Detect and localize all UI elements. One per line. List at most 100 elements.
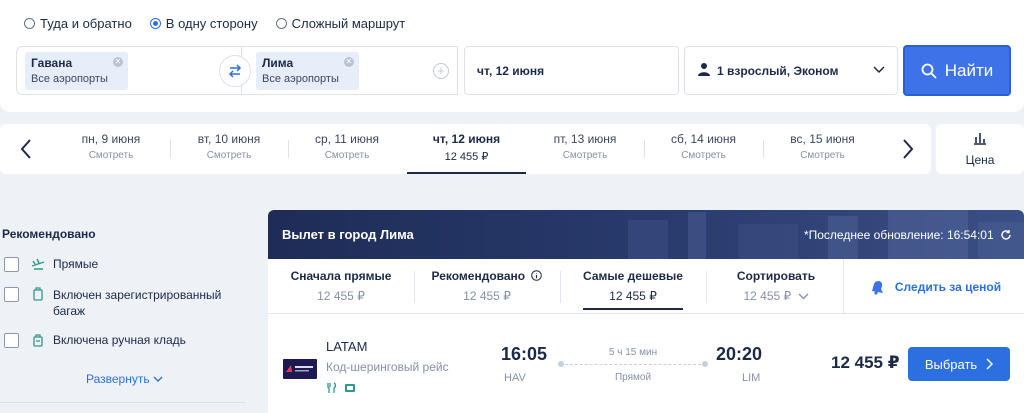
search-button[interactable]: Найти	[903, 45, 1011, 96]
plane-icon	[31, 258, 45, 270]
divider	[0, 402, 245, 403]
checkbox-checked-baggage[interactable]	[4, 287, 19, 302]
swap-icon	[228, 64, 242, 78]
destination-chip: Лима Все аэропорты ✕	[256, 52, 359, 90]
chevron-right-icon	[986, 358, 994, 370]
info-icon[interactable]	[531, 270, 543, 281]
trip-type-round-trip[interactable]: Туда и обратно	[24, 16, 132, 31]
entertainment-icon	[345, 384, 355, 392]
price-chart-button[interactable]: Цена	[936, 124, 1024, 174]
date-option[interactable]: пт, 13 июня Смотреть	[526, 124, 644, 174]
filter-checked-baggage[interactable]: Включен зарегистрированный багаж	[4, 287, 244, 319]
sort-direct-first[interactable]: Сначала прямые 12 455 ₽	[271, 259, 411, 314]
checkbox-carry-on[interactable]	[4, 333, 19, 348]
date-option-label: чт, 12 июня	[432, 132, 501, 146]
passengers-value: 1 взрослый, Эконом	[717, 64, 839, 78]
refresh-icon[interactable]	[1000, 229, 1012, 241]
select-flight-button[interactable]: Выбрать	[908, 347, 1010, 381]
date-option[interactable]: ср, 11 июня Смотреть	[288, 124, 406, 174]
date-option-label: вт, 10 июня	[197, 132, 261, 146]
filter-label: Включен зарегистрированный багаж	[53, 288, 222, 318]
trip-type-label: Туда и обратно	[40, 16, 132, 31]
track-price-label: Следить за ценой	[894, 279, 1002, 294]
person-icon	[698, 63, 710, 76]
date-option-sub: Смотреть	[681, 150, 726, 161]
filters-panel: Рекомендовано Прямые Включен зарегистрир…	[0, 221, 250, 403]
sort-tabs: Сначала прямые 12 455 ₽ Рекомендовано 12…	[268, 259, 1024, 314]
departure-airport: HAV	[504, 372, 526, 384]
route-dot	[558, 361, 564, 367]
trip-type-multi-city[interactable]: Сложный маршрут	[275, 16, 406, 31]
divider	[414, 271, 415, 303]
destination-banner: Вылет в город Лима *Последнее обновление…	[268, 210, 1024, 259]
divider	[560, 271, 561, 303]
chevron-down-icon	[873, 66, 885, 74]
add-destination-icon[interactable]: +	[433, 63, 449, 79]
track-price-button[interactable]: Следить за ценой	[843, 259, 1024, 314]
origin-field[interactable]: Гавана Все аэропорты ✕	[16, 46, 242, 95]
date-option-selected[interactable]: чт, 12 июня 12 455 ₽	[407, 124, 526, 174]
flight-price: 12 455 ₽	[831, 353, 900, 372]
date-field[interactable]: чт, 12 июня	[464, 46, 679, 95]
chevron-left-icon[interactable]	[16, 136, 36, 162]
filters-title: Рекомендовано	[2, 227, 96, 241]
date-option-label: ср, 11 июня	[315, 132, 379, 146]
date-option-label: сб, 14 июня	[670, 132, 737, 146]
date-option-label: пт, 13 июня	[553, 132, 617, 146]
sort-label: Самые дешевые	[583, 269, 683, 283]
departure-time: 16:05	[501, 344, 548, 364]
sort-cheapest[interactable]: Самые дешевые 12 455 ₽	[563, 259, 703, 314]
trip-type-label: В одну сторону	[165, 16, 258, 31]
latam-logo	[283, 359, 317, 379]
destination-airports: Все аэропорты	[262, 73, 339, 85]
chevron-right-icon[interactable]	[898, 136, 918, 162]
swap-cities-button[interactable]	[219, 55, 251, 87]
airline-logo-icon	[286, 365, 313, 372]
arrival-time: 20:20	[716, 344, 763, 364]
date-carousel: пн, 9 июня Смотреть вт, 10 июня Смотреть…	[0, 124, 931, 174]
passengers-field[interactable]: 1 взрослый, Эконом	[684, 46, 898, 95]
expand-label: Развернуть	[86, 372, 150, 386]
sort-recommended[interactable]: Рекомендовано 12 455 ₽	[417, 259, 557, 314]
search-button-label: Найти	[944, 60, 994, 80]
route-line	[560, 364, 706, 365]
flight-card[interactable]: LATAM Код-шеринговый рейс 16:05 HAV 5 ч …	[268, 314, 1024, 413]
date-option[interactable]: пн, 9 июня Смотреть	[52, 124, 170, 174]
trip-type-label: Сложный маршрут	[291, 16, 406, 31]
date-option[interactable]: сб, 14 июня Смотреть	[644, 124, 763, 174]
expand-filters-link[interactable]: Развернуть	[86, 372, 163, 386]
radio-multi-city[interactable]	[275, 18, 287, 29]
remove-origin-icon[interactable]: ✕	[112, 57, 123, 67]
results-panel: Вылет в город Лима *Последнее обновление…	[268, 210, 1024, 413]
checkbox-direct[interactable]	[4, 257, 19, 272]
meal-icon	[327, 382, 337, 393]
destination-city: Лима	[262, 56, 294, 70]
date-option[interactable]: вт, 10 июня Смотреть	[170, 124, 288, 174]
airline-name: LATAM	[326, 339, 368, 354]
trip-type-one-way[interactable]: В одну сторону	[149, 16, 258, 31]
date-option-label: вс, 15 июня	[790, 132, 855, 146]
sort-label: Сначала прямые	[290, 269, 392, 283]
codeshare-note: Код-шеринговый рейс	[326, 360, 449, 374]
last-update-text: *Последнее обновление: 16:54:01	[803, 228, 994, 242]
suitcase-icon	[33, 287, 43, 301]
destination-field[interactable]: Лима Все аэропорты ✕ +	[241, 46, 458, 95]
arrival-airport: LIM	[742, 372, 761, 384]
filter-direct[interactable]: Прямые	[4, 257, 98, 272]
remove-destination-icon[interactable]: ✕	[343, 57, 354, 67]
stops-label: Прямой	[614, 372, 652, 383]
filter-carry-on[interactable]: Включена ручная кладь	[4, 333, 186, 348]
date-option[interactable]: вс, 15 июня Смотреть	[763, 124, 882, 174]
sort-dropdown[interactable]: Сортировать 12 455 ₽	[706, 259, 846, 314]
search-panel: Туда и обратно В одну сторону Сложный ма…	[0, 0, 1024, 112]
radio-one-way[interactable]	[149, 18, 161, 29]
date-option-sub: Смотреть	[206, 150, 252, 161]
origin-city: Гавана	[31, 56, 73, 70]
results-title: Вылет в город Лима	[282, 227, 414, 242]
radio-round-trip[interactable]	[24, 18, 35, 29]
amenities	[326, 382, 356, 394]
filter-label: Включена ручная кладь	[53, 333, 186, 347]
flight-duration: 5 ч 15 мин	[608, 347, 658, 358]
last-update: *Последнее обновление: 16:54:01	[804, 228, 1012, 242]
sort-price: 12 455 ₽	[463, 289, 511, 303]
